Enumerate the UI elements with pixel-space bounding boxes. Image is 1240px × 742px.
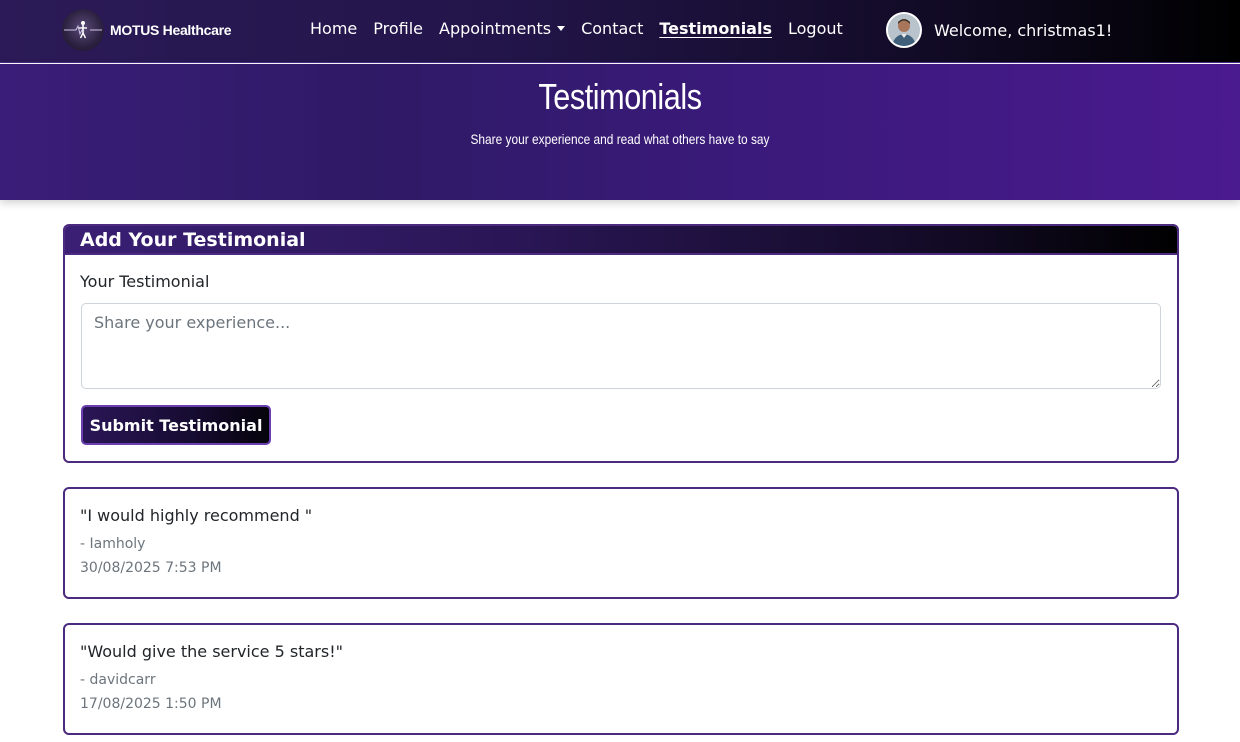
add-testimonial-card: Add Your Testimonial Your Testimonial Su… xyxy=(63,224,1179,463)
testimonial-textarea[interactable] xyxy=(81,303,1161,389)
testimonial-author: - davidcarr xyxy=(80,672,156,688)
caret-down-icon xyxy=(557,26,566,31)
testimonial-label: Your Testimonial xyxy=(80,272,210,291)
welcome-text: Welcome, christmas1! xyxy=(934,20,1113,40)
testimonial-card: "I would highly recommend " - Iamholy 30… xyxy=(63,487,1179,599)
submit-testimonial-button[interactable]: Submit Testimonial xyxy=(81,405,271,445)
nav-logout[interactable]: Logout xyxy=(780,18,851,40)
navbar: MOTUS Healthcare Home Profile Appointmen… xyxy=(0,0,1240,63)
testimonial-card: "Would give the service 5 stars!" - davi… xyxy=(63,623,1179,735)
hero-banner: Testimonials Share your experience and r… xyxy=(0,64,1240,200)
nav-appointments-dropdown[interactable]: Appointments xyxy=(431,18,573,40)
nav-home[interactable]: Home xyxy=(302,18,365,40)
testimonial-quote: "I would highly recommend " xyxy=(80,506,313,525)
testimonial-date: 17/08/2025 1:50 PM xyxy=(80,696,222,712)
nav-profile[interactable]: Profile xyxy=(365,18,431,40)
testimonial-date: 30/08/2025 7:53 PM xyxy=(80,560,222,576)
user-avatar[interactable] xyxy=(886,12,922,48)
add-testimonial-header: Add Your Testimonial xyxy=(65,226,1177,255)
page-title: Testimonials xyxy=(538,76,702,117)
page-subtitle: Share your experience and read what othe… xyxy=(470,131,770,147)
testimonial-author: - Iamholy xyxy=(80,536,146,552)
brand-link[interactable]: MOTUS Healthcare xyxy=(62,9,232,51)
user-box: Welcome, christmas1! xyxy=(886,12,1112,48)
testimonial-quote: "Would give the service 5 stars!" xyxy=(80,642,343,661)
nav-testimonials[interactable]: Testimonials xyxy=(651,18,780,40)
brand-name: MOTUS Healthcare xyxy=(110,22,232,38)
nav-contact[interactable]: Contact xyxy=(573,18,651,40)
nav-links: Home Profile Appointments Contact Testim… xyxy=(302,18,851,40)
nav-appointments-label: Appointments xyxy=(439,19,552,38)
brand-logo-icon xyxy=(62,9,104,51)
